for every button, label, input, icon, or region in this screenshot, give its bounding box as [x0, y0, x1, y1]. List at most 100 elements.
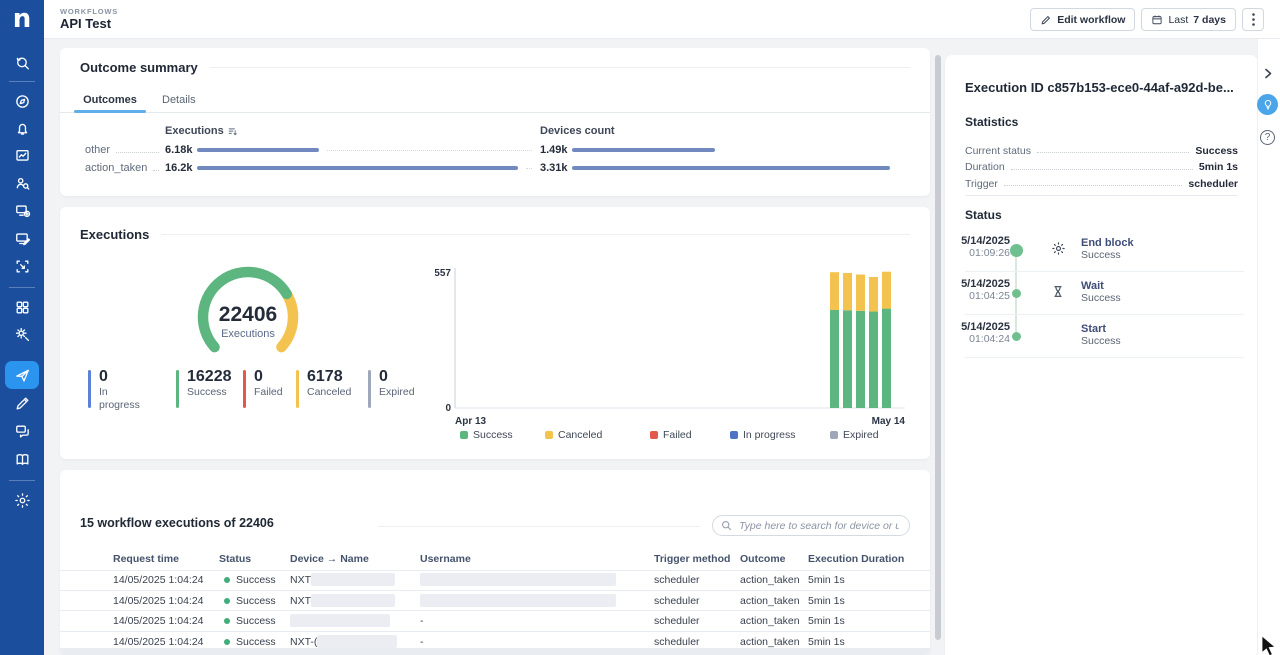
- stat-label: Canceled: [307, 386, 351, 399]
- statistic-row: Duration5min 1s: [965, 157, 1238, 173]
- legend-swatch: [830, 431, 838, 439]
- timeline-step-title[interactable]: Start: [1081, 324, 1106, 335]
- sidebar-item-target[interactable]: [8, 252, 36, 280]
- column-header[interactable]: Status: [219, 553, 251, 565]
- cell-username: -: [420, 636, 424, 648]
- sidebar-item-device-add[interactable]: [8, 196, 36, 224]
- sidebar-item-history-search[interactable]: [8, 49, 36, 77]
- tab-details[interactable]: Details: [162, 88, 196, 115]
- table-search: [712, 515, 910, 536]
- table-row[interactable]: 14/05/2025 1:04:24SuccessNXT-schedulerac…: [60, 591, 930, 612]
- devices-value: 1.49k: [540, 144, 572, 156]
- sidebar-item-workflows[interactable]: [5, 361, 39, 389]
- help-button[interactable]: ?: [1260, 130, 1275, 145]
- pencil-icon: [1040, 14, 1052, 26]
- legend-item-in-progress[interactable]: In progress: [730, 429, 796, 441]
- executions-bar: [197, 166, 518, 170]
- sidebar-divider: [9, 287, 35, 288]
- column-header[interactable]: Device → Name: [290, 553, 369, 565]
- legend-swatch: [460, 431, 468, 439]
- timeline-step-status: Success: [1081, 293, 1121, 304]
- legend-label: Success: [473, 429, 513, 441]
- timeline-step-title[interactable]: End block: [1081, 238, 1134, 249]
- edit-workflow-button[interactable]: Edit workflow: [1030, 8, 1135, 31]
- bar-success: [856, 311, 865, 408]
- sidebar-item-compass[interactable]: [8, 87, 36, 115]
- sidebar-item-applications[interactable]: [8, 293, 36, 321]
- help-glyph: ?: [1265, 132, 1271, 143]
- sidebar-item-design[interactable]: [8, 389, 36, 417]
- cell-duration: 5min 1s: [808, 595, 845, 607]
- timeline-divider: [965, 357, 1244, 358]
- sidebar-item-library[interactable]: [8, 445, 36, 473]
- donut-label: Executions: [188, 328, 308, 340]
- execution-detail-panel: Execution ID c857b153-ece0-44af-a92d-be.…: [945, 55, 1258, 655]
- sidebar-item-engage[interactable]: [8, 417, 36, 445]
- bar-canceled: [856, 275, 865, 311]
- table-hscroll[interactable]: [60, 648, 930, 655]
- table-row[interactable]: 14/05/2025 1:04:24SuccessNXT-schedulerac…: [60, 570, 930, 591]
- date-range-button[interactable]: Last 7 days: [1141, 8, 1236, 31]
- column-header[interactable]: Outcome: [740, 553, 786, 565]
- sidebar-item-gear-search[interactable]: [8, 320, 36, 348]
- timeline-date: 5/14/2025: [945, 236, 1010, 247]
- svg-text:0: 0: [445, 403, 451, 414]
- status-dot: [224, 618, 230, 624]
- sort-icon[interactable]: [228, 127, 237, 136]
- timeline-divider: [965, 271, 1244, 272]
- timeline-step-title[interactable]: Wait: [1081, 281, 1104, 292]
- devices-bar: [572, 166, 890, 170]
- column-header[interactable]: Execution Duration: [808, 553, 904, 565]
- vertical-scrollbar[interactable]: [935, 55, 941, 640]
- cell-status: Success: [236, 574, 276, 586]
- outcome-row[interactable]: action_taken16.2k3.31k: [60, 159, 910, 177]
- cell-duration: 5min 1s: [808, 615, 845, 627]
- outcome-row[interactable]: other6.18k1.49k: [60, 141, 910, 159]
- redacted-device: [290, 614, 390, 627]
- table-row[interactable]: 14/05/2025 1:04:24Success-scheduleractio…: [60, 611, 930, 632]
- stat-in-progress: 0In progress: [88, 368, 151, 412]
- assistant-button[interactable]: [1257, 94, 1278, 115]
- stat-value: 0: [254, 368, 283, 386]
- cell-duration: 5min 1s: [808, 574, 845, 586]
- search-input[interactable]: [737, 519, 901, 533]
- legend-item-expired[interactable]: Expired: [830, 429, 879, 441]
- divider: [378, 526, 700, 527]
- outcome-summary-card: Outcome summary Outcomes Details Executi…: [60, 48, 930, 196]
- stat-label: Expired: [379, 386, 415, 399]
- stat-label: Success: [187, 386, 232, 399]
- statistic-label: Duration: [965, 162, 1005, 173]
- chart-legend: Success Canceled Failed In progress Expired: [60, 429, 930, 445]
- collapse-panel-button[interactable]: [1263, 67, 1274, 80]
- statistic-row: Triggerscheduler: [965, 173, 1238, 189]
- sidebar-item-settings[interactable]: [8, 486, 36, 514]
- column-header[interactable]: Username: [420, 553, 471, 565]
- bar-canceled: [830, 272, 839, 310]
- statistic-label: Current status: [965, 146, 1031, 157]
- cell-status: Success: [236, 615, 276, 627]
- sidebar-item-alerts[interactable]: [8, 114, 36, 142]
- timeline-dot: [1012, 332, 1021, 341]
- cell-request-time: 14/05/2025 1:04:24: [113, 574, 204, 586]
- more-options-button[interactable]: [1242, 8, 1264, 31]
- sidebar-item-device-edit[interactable]: [8, 224, 36, 252]
- column-header[interactable]: Trigger method: [654, 553, 730, 565]
- devices-bar: [572, 148, 715, 152]
- outcome-column-headers: Executions Devices count: [60, 125, 930, 139]
- stat-canceled: 6178Canceled: [296, 368, 351, 408]
- range-prefix: Last: [1168, 14, 1188, 26]
- legend-item-canceled[interactable]: Canceled: [545, 429, 602, 441]
- sidebar-item-dashboards[interactable]: [8, 141, 36, 169]
- kebab-icon: [1252, 13, 1255, 26]
- bar-success: [882, 309, 891, 408]
- legend-item-success[interactable]: Success: [460, 429, 513, 441]
- executions-column-header[interactable]: Executions: [165, 125, 224, 137]
- bar-canceled: [843, 273, 852, 310]
- timeline-date: 5/14/2025: [945, 322, 1010, 333]
- legend-item-failed[interactable]: Failed: [650, 429, 692, 441]
- timeline-time: 01:04:24: [945, 334, 1010, 345]
- app-logo[interactable]: n: [0, 0, 44, 38]
- sidebar-item-user-search[interactable]: [8, 169, 36, 197]
- column-header[interactable]: Request time: [113, 553, 179, 565]
- timeline-dot: [1012, 289, 1021, 298]
